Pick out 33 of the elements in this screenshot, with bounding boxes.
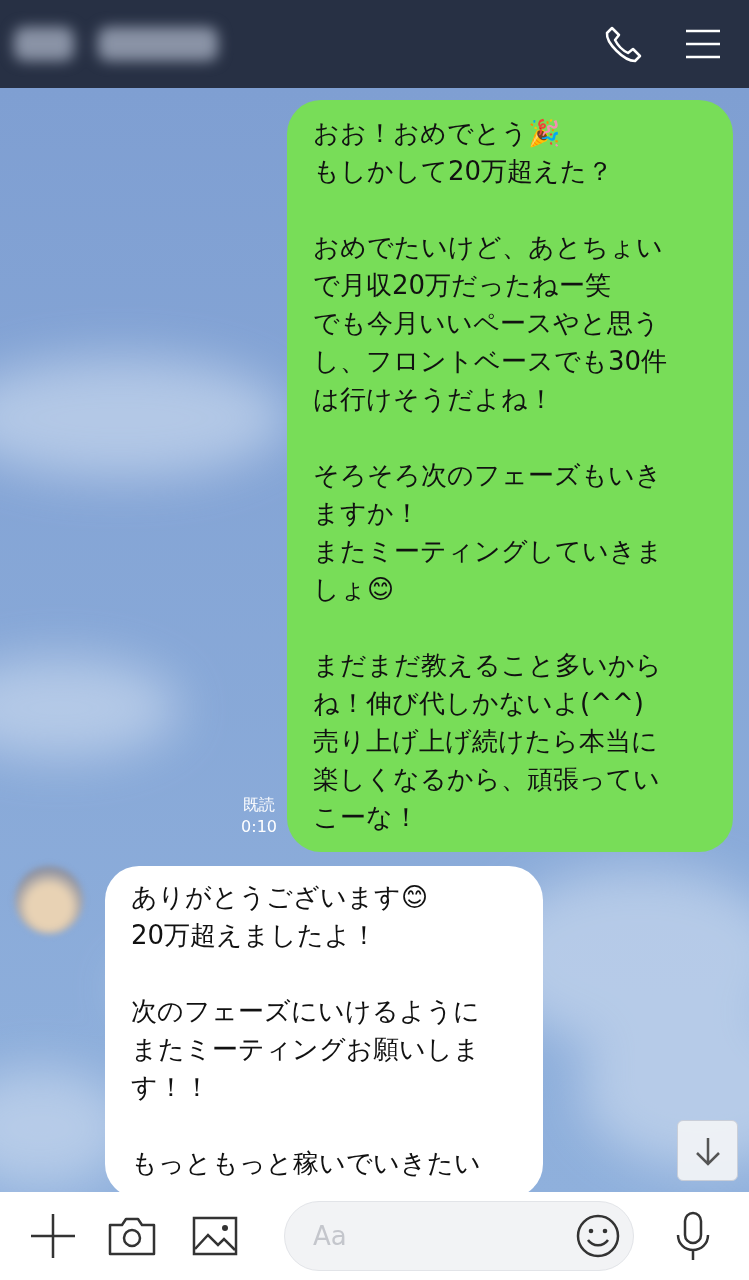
message-text: し、フロントベースでも30件 (313, 345, 669, 378)
smiley-icon[interactable] (575, 1213, 621, 1259)
scroll-down-button[interactable] (677, 1120, 738, 1181)
plus-icon[interactable] (30, 1213, 76, 1259)
camera-icon[interactable] (108, 1216, 156, 1256)
message-text: は行けそうだよね！ (313, 383, 555, 416)
phone-icon[interactable] (603, 24, 643, 64)
message-text: 売り上げ上げ続けたら本当に (313, 725, 659, 758)
message-text: 20万超えましたよ！ (131, 919, 379, 952)
menu-icon[interactable] (685, 29, 721, 59)
message-text: またミーティングしていきま (313, 535, 664, 568)
message-text: おお！おめでとう🎉 (313, 117, 561, 150)
message-text: で月収20万だったねー笑 (313, 269, 613, 302)
message-text: こーな！ (313, 801, 420, 834)
message-text: ますか！ (313, 497, 421, 530)
message-text: もしかして20万超えた？ (313, 155, 615, 188)
message-text: ありがとうございます😊 (131, 881, 430, 914)
message-text: す！！ (131, 1071, 211, 1104)
message-time: 0:10 (241, 816, 277, 838)
microphone-icon[interactable] (674, 1211, 712, 1261)
down-arrow-icon (693, 1135, 722, 1166)
message-text: でも今月いいペースやと思う (313, 307, 661, 340)
message-text: ね！伸び代しかないよ(^^) (313, 687, 645, 720)
message-text: 楽しくなるから、頑張ってい (313, 763, 661, 796)
read-receipt: 既読 (243, 794, 276, 816)
message-text: 次のフェーズにいけるように (131, 995, 481, 1028)
message-text: もっともっと稼いでいきたい (131, 1147, 482, 1180)
message-text: おめでたいけど、あとちょい (313, 231, 664, 264)
message-text: しょ😊 (313, 573, 396, 606)
message-text: そろそろ次のフェーズもいき (313, 459, 663, 492)
image-icon[interactable] (192, 1216, 238, 1256)
message-text: またミーティングお願いしま (131, 1033, 481, 1066)
message-text: まだまだ教えること多いから (313, 649, 663, 682)
